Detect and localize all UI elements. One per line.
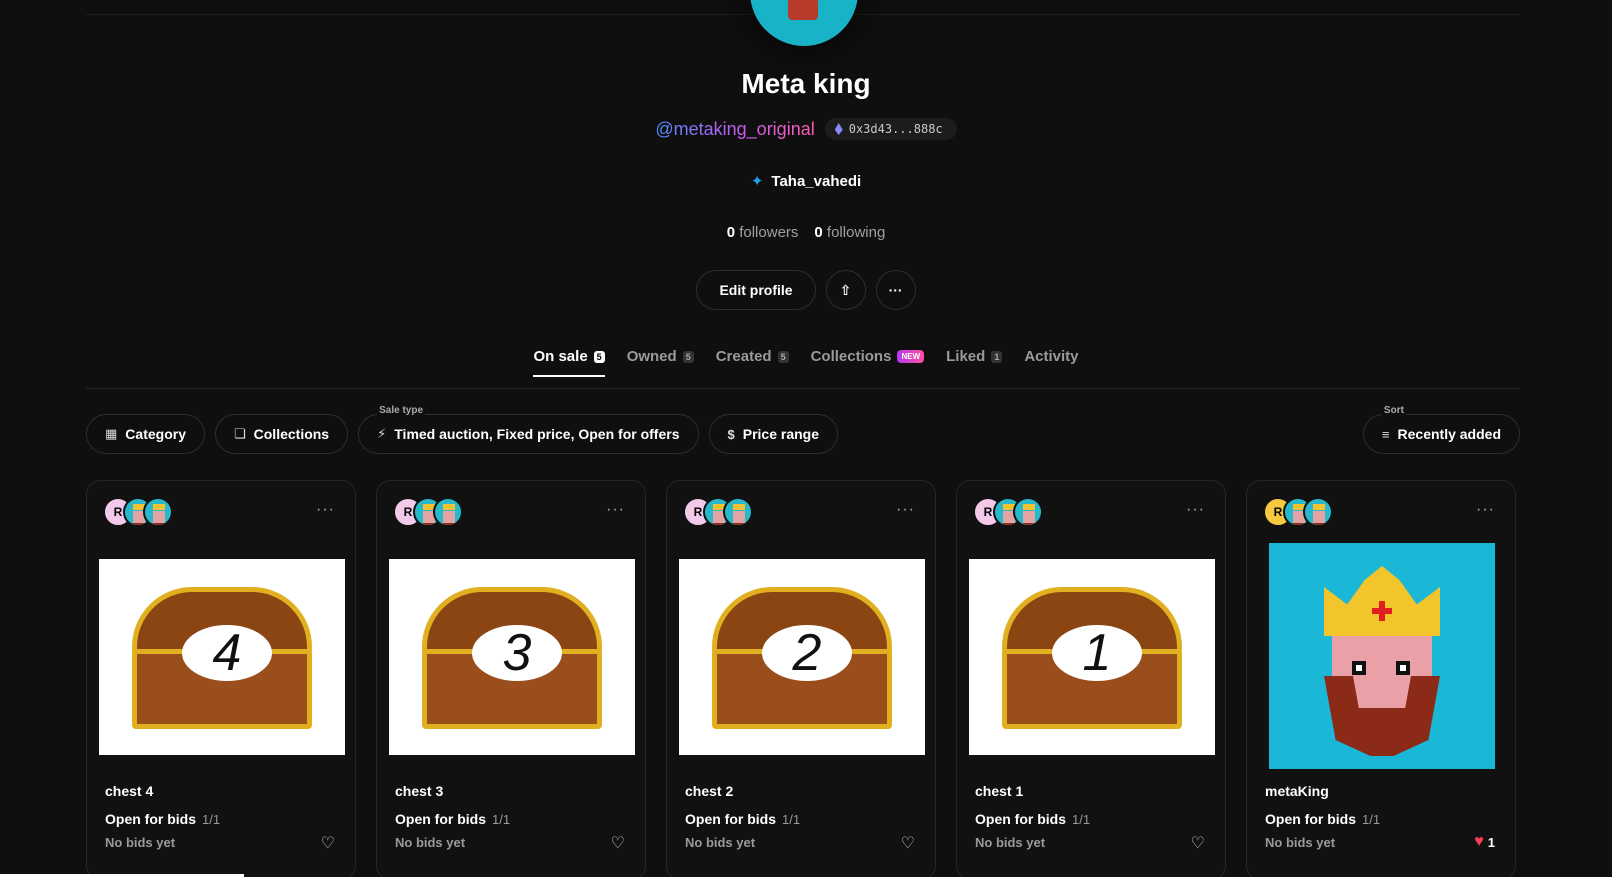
- tab-on-sale[interactable]: On sale 5: [533, 348, 605, 377]
- twitter-icon: ✦: [750, 173, 764, 190]
- profile-actions: Edit profile ⇧ ···: [0, 270, 1612, 310]
- sale-status: Open for bids 1/1: [685, 811, 801, 827]
- card-menu-button[interactable]: ···: [316, 501, 335, 519]
- like-button[interactable]: ♥ 1: [1474, 833, 1495, 851]
- tab-created[interactable]: Created 5: [716, 348, 789, 377]
- sale-status: Open for bids 1/1: [1265, 811, 1381, 827]
- tabs-divider: [86, 388, 1520, 389]
- nft-image[interactable]: 3: [389, 559, 635, 755]
- wallet-address: 0x3d43...888c: [848, 122, 943, 136]
- collections-filter[interactable]: ❏ Collections: [214, 414, 349, 454]
- nft-image[interactable]: 1: [969, 559, 1215, 755]
- collections-icon: ❏: [233, 426, 246, 441]
- bid-status: No bids yet: [395, 835, 466, 850]
- new-badge: NEW: [897, 350, 925, 363]
- bid-status: No bids yet: [1265, 835, 1336, 850]
- like-button[interactable]: ♡: [901, 833, 915, 853]
- ethereum-icon: [834, 123, 843, 135]
- twitter-handle: Taha_vahedi: [771, 172, 862, 190]
- nft-card[interactable]: R ··· 4 chest 4 Open for bids 1/1 No bids…: [86, 480, 356, 877]
- owner-avatars: R: [683, 497, 753, 527]
- sale-status: Open for bids 1/1: [975, 811, 1091, 827]
- grid-icon: ▦: [105, 426, 118, 441]
- edit-profile-button[interactable]: Edit profile: [696, 270, 816, 310]
- nft-grid: R ··· 4 chest 4 Open for bids 1/1 No bids…: [86, 480, 1520, 877]
- tab-collections[interactable]: Collections NEW: [811, 348, 925, 377]
- share-button[interactable]: ⇧: [825, 270, 866, 310]
- heart-icon: ♡: [900, 835, 915, 852]
- heart-icon: ♡: [320, 835, 335, 852]
- wallet-address-chip[interactable]: 0x3d43...888c: [824, 118, 957, 140]
- category-filter[interactable]: ▦ Category: [86, 414, 205, 454]
- more-icon: ···: [888, 282, 903, 298]
- bid-status: No bids yet: [685, 835, 756, 850]
- profile-avatar: [750, 0, 858, 46]
- nft-image[interactable]: 4: [99, 559, 345, 755]
- heart-icon: ♡: [1190, 835, 1205, 852]
- heart-icon: ♡: [610, 835, 625, 852]
- owner-avatars: R: [973, 497, 1043, 527]
- owner-avatars: R: [1263, 497, 1333, 527]
- nft-title: chest 4: [105, 783, 154, 799]
- sale-type-filter[interactable]: Sale type ⚡ Timed auction, Fixed price, Op…: [358, 405, 699, 454]
- twitter-link[interactable]: ✦ Taha_vahedi: [0, 172, 1612, 191]
- filter-bar: ▦ Category ❏ Collections Sale type ⚡ Timed a…: [86, 405, 1520, 454]
- owner-avatars: R: [103, 497, 173, 527]
- followers-link[interactable]: 0 followers: [727, 224, 799, 241]
- card-menu-button[interactable]: ···: [896, 501, 915, 519]
- card-menu-button[interactable]: ···: [1186, 501, 1205, 519]
- tab-liked[interactable]: Liked 1: [946, 348, 1003, 377]
- nft-image[interactable]: 2: [679, 559, 925, 755]
- like-button[interactable]: ♡: [611, 833, 625, 853]
- nft-card[interactable]: R ··· 2 chest 2 Open for bids 1/1 No bids…: [666, 480, 936, 877]
- profile-handle[interactable]: @metaking_original: [655, 119, 814, 140]
- tab-owned[interactable]: Owned 5: [627, 348, 694, 377]
- dollar-icon: $: [727, 426, 735, 442]
- like-button[interactable]: ♡: [321, 833, 335, 853]
- bid-status: No bids yet: [975, 835, 1046, 850]
- nft-title: metaKing: [1265, 783, 1329, 799]
- nft-title: chest 3: [395, 783, 444, 799]
- nft-card[interactable]: R ··· 1 chest 1 Open for bids 1/1 No bids…: [956, 480, 1226, 877]
- like-count: 1: [1487, 834, 1495, 850]
- price-range-filter[interactable]: $ Price range: [708, 414, 838, 454]
- like-button[interactable]: ♡: [1191, 833, 1205, 853]
- profile-name: Meta king: [741, 68, 871, 99]
- tab-activity[interactable]: Activity: [1024, 348, 1078, 377]
- nft-card[interactable]: R ··· metaKing Open for bids 1/1 No bids …: [1246, 480, 1516, 877]
- nft-title: chest 2: [685, 783, 734, 799]
- follow-stats: 0 followers 0 following: [0, 224, 1612, 241]
- sort-dropdown[interactable]: Sort ≡ Recently added: [1362, 405, 1520, 454]
- nft-image[interactable]: [1269, 543, 1495, 769]
- handle-row: @metaking_original 0x3d43...888c: [0, 118, 1612, 140]
- heart-filled-icon: ♥: [1474, 833, 1484, 850]
- more-options-button[interactable]: ···: [875, 270, 916, 310]
- card-menu-button[interactable]: ···: [606, 501, 625, 519]
- bid-status: No bids yet: [105, 835, 176, 850]
- card-menu-button[interactable]: ···: [1476, 501, 1495, 519]
- nft-title: chest 1: [975, 783, 1024, 799]
- sale-status: Open for bids 1/1: [105, 811, 221, 827]
- profile-tabs: On sale 5 Owned 5 Created 5 Collections NEW …: [0, 348, 1612, 377]
- owner-avatars: R: [393, 497, 463, 527]
- nft-card[interactable]: R ··· 3 chest 3 Open for bids 1/1 No bids…: [376, 480, 646, 877]
- sale-status: Open for bids 1/1: [395, 811, 511, 827]
- following-link[interactable]: 0 following: [814, 224, 885, 241]
- lightning-icon: ⚡: [377, 426, 387, 441]
- share-icon: ⇧: [839, 281, 852, 298]
- sort-icon: ≡: [1381, 426, 1390, 442]
